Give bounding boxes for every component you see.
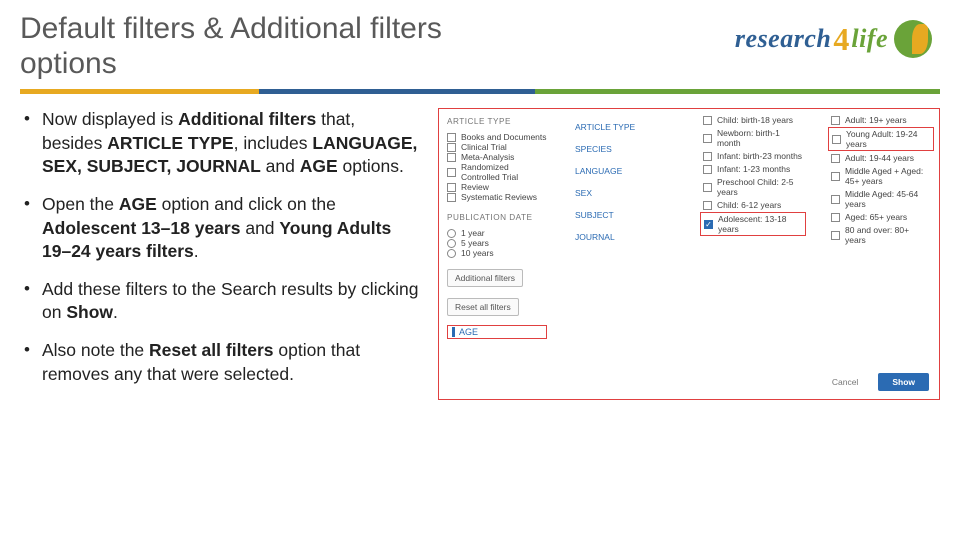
pubdate-label: 5 years bbox=[461, 238, 489, 248]
article-filter-label: Systematic Reviews bbox=[461, 192, 537, 202]
checkbox-icon bbox=[831, 172, 840, 181]
checkbox-icon bbox=[831, 195, 840, 204]
age-filter-row[interactable]: 80 and over: 80+ years bbox=[831, 225, 931, 245]
checkbox-icon bbox=[703, 116, 712, 125]
age-filter-label: Child: birth-18 years bbox=[717, 115, 793, 125]
checkbox-icon bbox=[447, 193, 456, 202]
bullet-item: Add these filters to the Search results … bbox=[20, 278, 420, 325]
checkbox-icon bbox=[831, 154, 840, 163]
age-filter-row[interactable]: Child: birth-18 years bbox=[703, 115, 803, 125]
heading-journal[interactable]: JOURNAL bbox=[575, 232, 675, 242]
age-filter-row[interactable]: Preschool Child: 2-5 years bbox=[703, 177, 803, 197]
logo: research 4 life bbox=[735, 20, 932, 58]
bullet-list: Now displayed is Additional filters that… bbox=[20, 108, 420, 400]
reset-filters-button[interactable]: Reset all filters bbox=[447, 298, 519, 316]
radio-icon bbox=[447, 229, 456, 238]
age-filter-row[interactable]: Child: 6-12 years bbox=[703, 200, 803, 210]
pubdate-label: 1 year bbox=[461, 228, 485, 238]
bullet-item: Now displayed is Additional filters that… bbox=[20, 108, 420, 179]
age-filter-label: Child: 6-12 years bbox=[717, 200, 781, 210]
additional-filters-button[interactable]: Additional filters bbox=[447, 269, 523, 287]
age-filter-row[interactable]: Infant: 1-23 months bbox=[703, 164, 803, 174]
logo-text-1: research bbox=[735, 24, 831, 54]
logo-text-4: 4 bbox=[833, 21, 849, 58]
article-filter-label: Books and Documents bbox=[461, 132, 547, 142]
age-filter-row[interactable]: Adult: 19-44 years bbox=[831, 153, 931, 163]
age-tag[interactable]: AGE bbox=[447, 325, 547, 339]
age-filter-row[interactable]: Adult: 19+ years bbox=[831, 115, 931, 125]
pubdate-label: 10 years bbox=[461, 248, 494, 258]
age-filter-row[interactable]: Aged: 65+ years bbox=[831, 212, 931, 222]
checkbox-icon bbox=[703, 165, 712, 174]
checkbox-icon bbox=[832, 135, 841, 144]
article-filter-row[interactable]: Randomized Controlled Trial bbox=[447, 162, 547, 182]
bullet-item: Open the AGE option and click on the Ado… bbox=[20, 193, 420, 264]
age-filter-row[interactable]: Middle Aged + Aged: 45+ years bbox=[831, 166, 931, 186]
checkbox-icon: ✓ bbox=[704, 220, 713, 229]
cancel-button[interactable]: Cancel bbox=[818, 373, 872, 391]
age-filter-row[interactable]: Young Adult: 19-24 years bbox=[828, 127, 934, 151]
radio-icon bbox=[447, 239, 456, 248]
age-filter-label: Infant: birth-23 months bbox=[717, 151, 802, 161]
article-filter-label: Clinical Trial bbox=[461, 142, 507, 152]
age-filter-label: Young Adult: 19-24 years bbox=[846, 129, 930, 149]
age-filter-label: Infant: 1-23 months bbox=[717, 164, 790, 174]
checkbox-icon bbox=[447, 133, 456, 142]
heading-article-type-2[interactable]: ARTICLE TYPE bbox=[575, 122, 675, 132]
heading-article-type: ARTICLE TYPE bbox=[447, 117, 547, 126]
article-filter-label: Randomized Controlled Trial bbox=[461, 162, 547, 182]
age-filter-label: Aged: 65+ years bbox=[845, 212, 907, 222]
article-filter-row[interactable]: Systematic Reviews bbox=[447, 192, 547, 202]
logo-text-2: life bbox=[851, 24, 888, 54]
age-filter-label: Adult: 19+ years bbox=[845, 115, 907, 125]
filters-screenshot: ARTICLE TYPE Books and DocumentsClinical… bbox=[438, 108, 940, 400]
age-filter-label: 80 and over: 80+ years bbox=[845, 225, 931, 245]
checkbox-icon bbox=[447, 143, 456, 152]
checkbox-icon bbox=[703, 134, 712, 143]
age-filter-row[interactable]: ✓ Adolescent: 13-18 years bbox=[700, 212, 806, 236]
checkbox-icon bbox=[447, 183, 456, 192]
checkbox-icon bbox=[703, 183, 712, 192]
heading-sex[interactable]: SEX bbox=[575, 188, 675, 198]
heading-subject[interactable]: SUBJECT bbox=[575, 210, 675, 220]
article-filter-row[interactable]: Review bbox=[447, 182, 547, 192]
age-filter-label: Newborn: birth-1 month bbox=[717, 128, 803, 148]
divider bbox=[20, 89, 940, 94]
age-filter-label: Middle Aged + Aged: 45+ years bbox=[845, 166, 931, 186]
article-filter-label: Review bbox=[461, 182, 489, 192]
bullet-item: Also note the Reset all filters option t… bbox=[20, 339, 420, 386]
age-filter-label: Adolescent: 13-18 years bbox=[718, 214, 802, 234]
age-filter-label: Preschool Child: 2-5 years bbox=[717, 177, 803, 197]
age-filter-label: Adult: 19-44 years bbox=[845, 153, 914, 163]
pubdate-row[interactable]: 5 years bbox=[447, 238, 547, 248]
heading-species[interactable]: SPECIES bbox=[575, 144, 675, 154]
checkbox-icon bbox=[703, 201, 712, 210]
logo-icon bbox=[894, 20, 932, 58]
checkbox-icon bbox=[831, 213, 840, 222]
slide-title: Default filters & Additional filters opt… bbox=[20, 12, 460, 81]
article-filter-row[interactable]: Meta-Analysis bbox=[447, 152, 547, 162]
article-filter-row[interactable]: Clinical Trial bbox=[447, 142, 547, 152]
article-filter-row[interactable]: Books and Documents bbox=[447, 132, 547, 142]
checkbox-icon bbox=[831, 231, 840, 240]
age-filter-row[interactable]: Newborn: birth-1 month bbox=[703, 128, 803, 148]
checkbox-icon bbox=[447, 153, 456, 162]
heading-pub-date: PUBLICATION DATE bbox=[447, 213, 547, 222]
checkbox-icon bbox=[447, 168, 456, 177]
radio-icon bbox=[447, 249, 456, 258]
age-filter-row[interactable]: Infant: birth-23 months bbox=[703, 151, 803, 161]
age-label: AGE bbox=[459, 327, 478, 337]
pubdate-row[interactable]: 10 years bbox=[447, 248, 547, 258]
checkbox-icon bbox=[703, 152, 712, 161]
pubdate-row[interactable]: 1 year bbox=[447, 228, 547, 238]
show-button[interactable]: Show bbox=[878, 373, 929, 391]
heading-language[interactable]: LANGUAGE bbox=[575, 166, 675, 176]
checkbox-icon bbox=[831, 116, 840, 125]
article-filter-label: Meta-Analysis bbox=[461, 152, 514, 162]
age-filter-row[interactable]: Middle Aged: 45-64 years bbox=[831, 189, 931, 209]
age-filter-label: Middle Aged: 45-64 years bbox=[845, 189, 931, 209]
